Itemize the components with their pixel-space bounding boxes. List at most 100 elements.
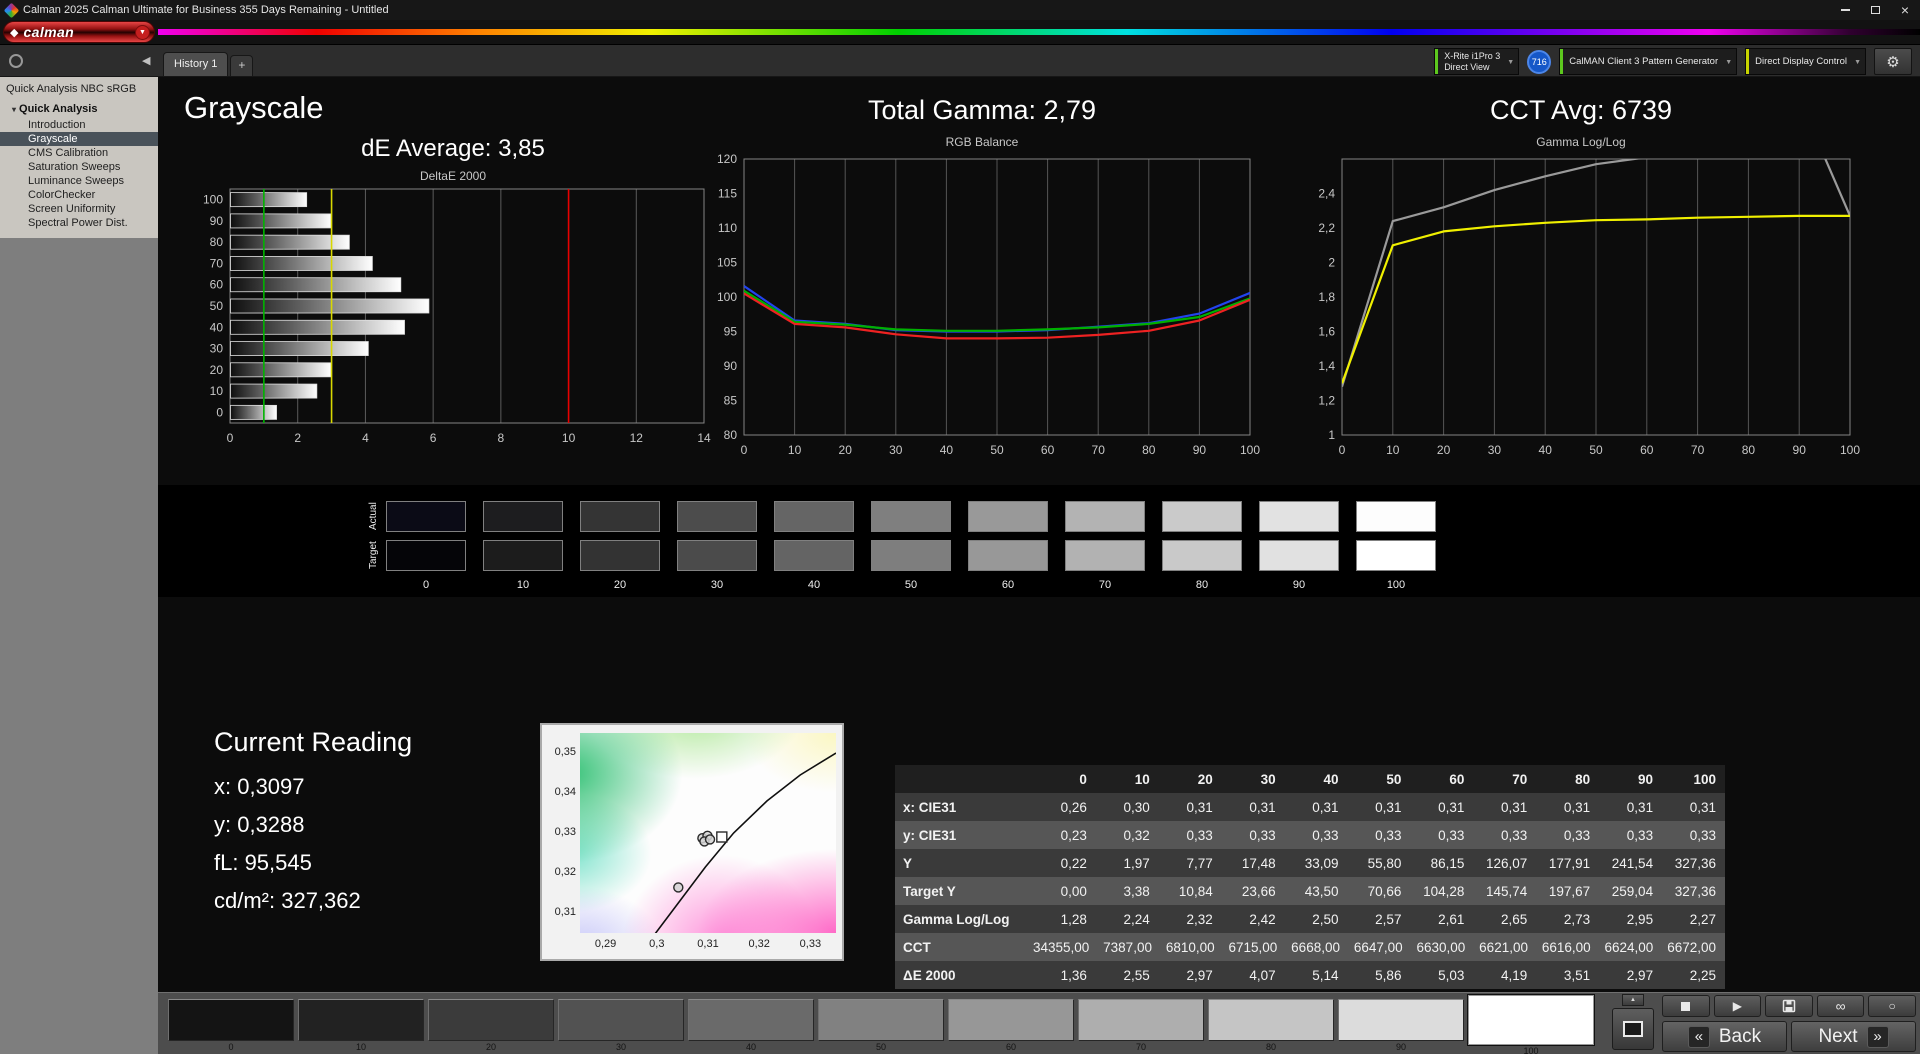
pattern-window-button[interactable] <box>1612 1008 1654 1050</box>
table-cell: 0,33 <box>1563 827 1591 843</box>
sidebar-item-screen-uniformity[interactable]: Screen Uniformity <box>0 202 158 216</box>
svg-text:90: 90 <box>1793 443 1807 457</box>
pattern-level-label: 80 <box>1265 1042 1276 1052</box>
pattern-level-button-10[interactable]: 10 <box>298 993 424 1054</box>
table-cell: 33,09 <box>1304 855 1339 871</box>
sidebar-item-introduction[interactable]: Introduction <box>0 118 158 132</box>
meter-mode: Direct View <box>1444 61 1490 72</box>
back-button[interactable]: « Back <box>1662 1021 1787 1052</box>
pattern-level-button-70[interactable]: 70 <box>1078 993 1204 1054</box>
pattern-level-button-0[interactable]: 0 <box>168 993 294 1054</box>
pattern-level-button-50[interactable]: 50 <box>818 993 944 1054</box>
meter-name: X-Rite i1Pro 3 <box>1444 50 1501 61</box>
cie-y-tick: 0,31 <box>554 906 576 918</box>
play-button[interactable]: ▶ <box>1713 995 1762 1017</box>
reading-y: y: 0,3288 <box>214 812 305 837</box>
table-cell: 0,33 <box>1500 827 1528 843</box>
svg-text:0: 0 <box>227 431 234 445</box>
pattern-swatch[interactable] <box>1467 994 1595 1046</box>
pattern-status-accent <box>1560 49 1564 74</box>
pattern-level-button-60[interactable]: 60 <box>948 993 1074 1054</box>
table-column-header: 100 <box>1693 771 1716 787</box>
pattern-level-label: 50 <box>875 1042 886 1052</box>
pattern-level-button-20[interactable]: 20 <box>428 993 554 1054</box>
pattern-swatch[interactable] <box>818 999 944 1041</box>
panel-expand-button[interactable]: ▲ <box>1622 994 1644 1006</box>
exposure-badge[interactable]: 716 <box>1527 49 1552 74</box>
save-button[interactable] <box>1765 995 1813 1017</box>
table-cell: 1,28 <box>1060 911 1087 927</box>
pattern-level-label: 60 <box>1005 1042 1016 1052</box>
svg-text:1,2: 1,2 <box>1318 394 1335 408</box>
rgb-balance-chart-block: Total Gamma: 2,79 RGB Balance 0 10 20 30 40 5… <box>698 95 1266 468</box>
svg-text:30: 30 <box>889 443 903 457</box>
pattern-swatch[interactable] <box>1208 999 1334 1041</box>
pattern-level-button-30[interactable]: 30 <box>558 993 684 1054</box>
pattern-swatch[interactable] <box>428 999 554 1041</box>
settings-button[interactable]: ⚙ <box>1874 48 1912 75</box>
table-cell: 0,33 <box>1249 827 1276 843</box>
sidebar-item-colorchecker[interactable]: ColorChecker <box>0 188 158 202</box>
svg-text:2,4: 2,4 <box>1318 187 1335 201</box>
pattern-swatch[interactable] <box>948 999 1074 1041</box>
svg-text:1,6: 1,6 <box>1318 325 1335 339</box>
table-row: x: CIE31 0,26 0,30 0,31 0,31 0,31 0,31 0,31 0,31… <box>895 793 1725 821</box>
pattern-swatch[interactable] <box>1338 999 1464 1041</box>
next-button[interactable]: Next » <box>1791 1021 1916 1052</box>
floppy-icon <box>1782 999 1796 1013</box>
single-measure-button[interactable]: ○ <box>1868 995 1916 1017</box>
tree-root-quick-analysis[interactable]: ▾ Quick Analysis <box>0 101 158 118</box>
sidebar-item-saturation-sweeps[interactable]: Saturation Sweeps <box>0 160 158 174</box>
table-cell: 86,15 <box>1430 855 1465 871</box>
svg-text:100: 100 <box>1840 443 1860 457</box>
pattern-level-button-90[interactable]: 90 <box>1338 993 1464 1054</box>
meter-dropdown[interactable]: X-Rite i1Pro 3 Direct View ▼ <box>1434 48 1520 75</box>
tree-expander-icon[interactable]: ▾ <box>12 105 16 114</box>
add-tab-button[interactable]: + <box>230 55 254 76</box>
pattern-swatch[interactable] <box>168 999 294 1041</box>
sidebar-item-grayscale[interactable]: Grayscale <box>0 132 158 146</box>
svg-text:80: 80 <box>1742 443 1756 457</box>
svg-text:80: 80 <box>1142 443 1156 457</box>
sidebar: Quick Analysis NBC sRGB ▾ Quick Analysis … <box>0 77 158 1054</box>
svg-text:10: 10 <box>1386 443 1400 457</box>
svg-text:90: 90 <box>1193 443 1207 457</box>
calman-logo-button[interactable]: ◆ calman ▼ <box>3 21 155 43</box>
pattern-generator-dropdown[interactable]: CalMAN Client 3 Pattern Generator ▼ <box>1559 48 1738 75</box>
target-swatch-30 <box>677 540 757 571</box>
session-circle-icon[interactable] <box>9 54 23 68</box>
logo-menu-caret-icon[interactable]: ▼ <box>135 24 150 40</box>
table-cell: 5,86 <box>1375 967 1402 983</box>
continuous-measure-button[interactable]: ∞ <box>1816 995 1865 1017</box>
tab-history-1[interactable]: History 1 <box>163 52 229 76</box>
pattern-swatch[interactable] <box>688 999 814 1041</box>
sidebar-item-luminance-sweeps[interactable]: Luminance Sweeps <box>0 174 158 188</box>
table-cell: 6672,00 <box>1667 939 1716 955</box>
pattern-swatch[interactable] <box>1078 999 1204 1041</box>
restore-button[interactable] <box>1860 0 1890 20</box>
pattern-level-button-80[interactable]: 80 <box>1208 993 1334 1054</box>
pattern-level-button-40[interactable]: 40 <box>688 993 814 1054</box>
cie-y-tick: 0,34 <box>554 786 576 798</box>
pattern-level-button-100[interactable]: 100 <box>1467 993 1595 1054</box>
close-button[interactable]: × <box>1890 0 1920 20</box>
minimize-button[interactable] <box>1830 0 1860 20</box>
swatch-level-labels: 0 10 20 30 40 50 60 70 80 90 100 <box>386 579 1436 591</box>
svg-text:4: 4 <box>362 431 369 445</box>
svg-text:12: 12 <box>630 431 644 445</box>
stop-button[interactable] <box>1662 995 1710 1017</box>
current-reading-title: Current Reading <box>214 727 413 757</box>
chevron-down-icon: ▼ <box>1507 59 1515 66</box>
svg-text:10: 10 <box>210 384 224 398</box>
total-gamma-readout: Total Gamma: 2,79 <box>867 95 1097 125</box>
sidebar-item-spectral-power-dist-[interactable]: Spectral Power Dist. <box>0 216 158 230</box>
table-cell: 6624,00 <box>1604 939 1654 955</box>
table-cell: 2,95 <box>1626 911 1654 927</box>
pattern-swatch[interactable] <box>558 999 684 1041</box>
sidebar-collapse-button[interactable]: ◀ <box>142 54 150 67</box>
table-cell: 241,54 <box>1611 855 1654 871</box>
table-cell: 3,38 <box>1123 883 1150 899</box>
display-control-dropdown[interactable]: Direct Display Control ▼ <box>1745 48 1866 75</box>
sidebar-item-cms-calibration[interactable]: CMS Calibration <box>0 146 158 160</box>
pattern-swatch[interactable] <box>298 999 424 1041</box>
